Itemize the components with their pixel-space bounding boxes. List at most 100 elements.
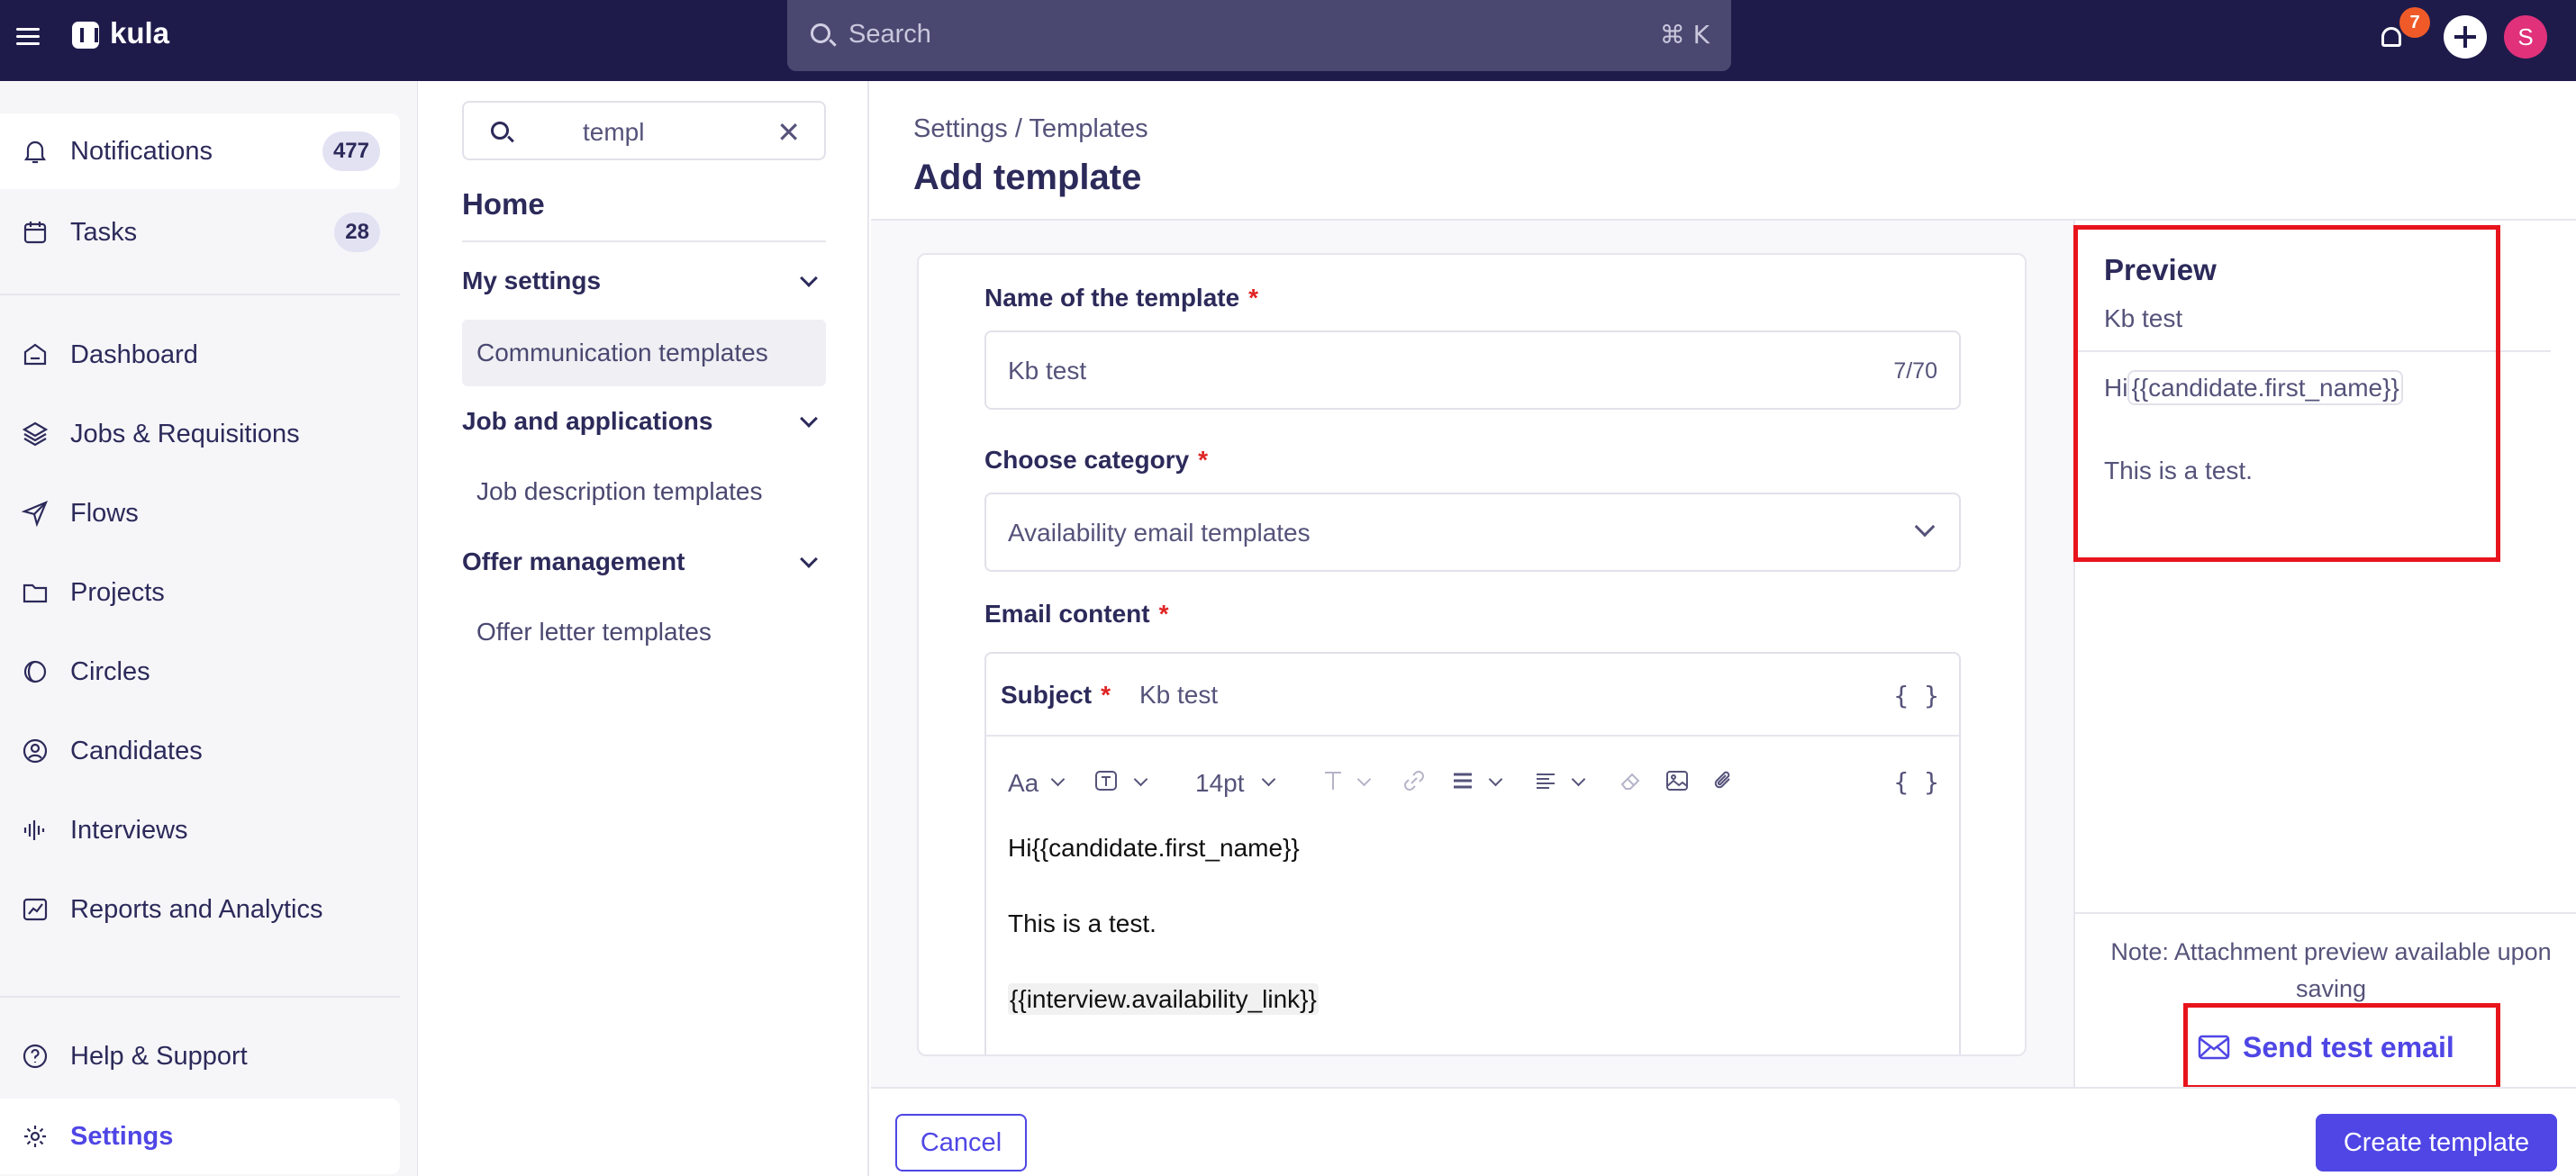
search-shortcut: ⌘ K xyxy=(1659,20,1710,50)
group-offer-management[interactable]: Offer management xyxy=(462,547,685,576)
bell-icon xyxy=(20,136,50,167)
group-my-settings[interactable]: My settings xyxy=(462,267,601,295)
name-label: Name of the template * xyxy=(984,284,1259,312)
link-offer-letter-templates[interactable]: Offer letter templates xyxy=(462,599,826,665)
template-name-value: Kb test xyxy=(1008,357,1087,384)
email-content-label: Email content * xyxy=(984,600,1169,628)
subject-input[interactable]: Kb test xyxy=(1139,681,1218,710)
chevron-down-icon xyxy=(1356,772,1372,787)
notifications-button[interactable]: 7 xyxy=(2378,7,2430,52)
image-icon[interactable] xyxy=(1664,767,1691,794)
subject-label: Subject * xyxy=(1001,681,1111,709)
category-select[interactable]: Availability email templates xyxy=(984,493,1961,572)
preview-greeting: Hi {{candidate.first_name}} xyxy=(2104,370,2403,405)
calendar-icon xyxy=(20,217,50,248)
app-name: kula xyxy=(110,16,170,50)
body-line-text[interactable]: This is a test. xyxy=(1008,909,1156,938)
send-test-email-button[interactable]: Send test email xyxy=(2198,1025,2468,1070)
page-title: Add template xyxy=(913,158,1142,197)
create-template-button[interactable]: Create template xyxy=(2316,1114,2557,1171)
search-icon xyxy=(491,122,509,140)
global-search[interactable]: Search ⌘ K xyxy=(787,0,1731,71)
tasks-count: 28 xyxy=(334,213,380,252)
link-job-description-templates[interactable]: Job description templates xyxy=(462,458,826,525)
chevron-down-icon xyxy=(1133,772,1148,787)
add-icon[interactable] xyxy=(2444,15,2487,59)
sidebar-item-label: Notifications xyxy=(70,136,213,166)
layers-icon xyxy=(20,419,50,449)
preview-variable-chip: {{candidate.first_name}} xyxy=(2127,370,2403,405)
body-line-greeting[interactable]: Hi{{candidate.first_name}} xyxy=(1008,834,1300,863)
avatar[interactable]: S xyxy=(2504,15,2547,59)
mail-icon xyxy=(2198,1035,2230,1060)
sidebar-item-settings[interactable]: Settings xyxy=(0,1099,400,1174)
subject-row[interactable]: Subject * Kb test { } xyxy=(986,654,1959,737)
email-editor: Subject * Kb test { } Aa 14pt { } Hi{{can… xyxy=(984,652,1961,1054)
settings-search-value: templ xyxy=(583,118,645,146)
sidebar-item-label: Help & Support xyxy=(70,1041,248,1071)
category-label: Choose category * xyxy=(984,446,1209,474)
chevron-down-icon xyxy=(1488,772,1503,787)
user-circle-icon xyxy=(20,736,50,766)
sidebar-item-label: Dashboard xyxy=(70,339,198,369)
breadcrumb[interactable]: Settings / Templates xyxy=(913,114,1148,144)
folder-icon xyxy=(20,577,50,608)
link-communication-templates[interactable]: Communication templates xyxy=(462,320,826,386)
kula-logo-icon xyxy=(72,22,99,49)
sidebar-item-flows[interactable]: Flows xyxy=(0,475,400,551)
list-icon[interactable] xyxy=(1449,767,1476,794)
chevron-down-icon[interactable] xyxy=(800,550,818,568)
font-family-dropdown[interactable]: Aa xyxy=(1008,769,1039,798)
sidebar: Notifications 477 Tasks 28 Dashboard Job… xyxy=(0,81,418,1176)
character-counter: 7/70 xyxy=(1893,358,1937,384)
notifications-count: 477 xyxy=(322,131,380,171)
settings-search-input[interactable]: templ ✕ xyxy=(462,101,826,160)
text-style-icon[interactable] xyxy=(1093,767,1120,794)
sidebar-item-label: Settings xyxy=(70,1121,174,1151)
sidebar-item-notifications[interactable]: Notifications 477 xyxy=(0,113,400,189)
subnav-home[interactable]: Home xyxy=(462,187,545,222)
cancel-button[interactable]: Cancel xyxy=(895,1114,1027,1171)
search-placeholder: Search xyxy=(848,20,931,49)
bell-icon xyxy=(2381,27,2401,47)
attachment-note: Note: Attachment preview available upon … xyxy=(2110,938,2552,1002)
menu-icon[interactable] xyxy=(16,23,43,50)
preview-title: Preview xyxy=(2104,253,2217,286)
sidebar-item-tasks[interactable]: Tasks 28 xyxy=(0,194,400,270)
sidebar-item-label: Reports and Analytics xyxy=(70,894,323,924)
link-icon[interactable] xyxy=(1401,767,1428,794)
sidebar-item-interviews[interactable]: Interviews xyxy=(0,792,400,868)
sidebar-item-reports[interactable]: Reports and Analytics xyxy=(0,872,400,947)
attachment-icon[interactable] xyxy=(1710,767,1737,794)
insert-variable-icon[interactable]: { } xyxy=(1893,681,1939,710)
text-color-icon[interactable] xyxy=(1320,767,1347,794)
sidebar-item-circles[interactable]: Circles xyxy=(0,634,400,710)
sidebar-item-label: Jobs & Requisitions xyxy=(70,419,300,448)
chevron-down-icon[interactable] xyxy=(800,410,818,428)
send-icon xyxy=(20,498,50,529)
font-size-dropdown[interactable]: 14pt xyxy=(1195,769,1245,798)
clear-search-icon[interactable]: ✕ xyxy=(776,115,801,149)
chevron-down-icon xyxy=(1914,516,1936,538)
sidebar-item-dashboard[interactable]: Dashboard xyxy=(0,317,400,393)
top-bar: kula Search ⌘ K 7 S xyxy=(0,0,2576,81)
chevron-down-icon[interactable] xyxy=(800,269,818,287)
sidebar-item-candidates[interactable]: Candidates xyxy=(0,713,400,789)
divider xyxy=(2075,912,2576,914)
eraser-icon[interactable] xyxy=(1617,767,1644,794)
home-icon xyxy=(20,339,50,370)
sidebar-item-jobs[interactable]: Jobs & Requisitions xyxy=(0,396,400,472)
audio-bars-icon xyxy=(20,815,50,846)
sidebar-item-help[interactable]: Help & Support xyxy=(0,1018,400,1094)
preview-panel: Preview Kb test Hi {{candidate.first_name… xyxy=(2073,221,2576,1087)
sidebar-item-projects[interactable]: Projects xyxy=(0,555,400,630)
group-job-and-applications[interactable]: Job and applications xyxy=(462,407,712,436)
template-name-input[interactable]: Kb test 7/70 xyxy=(984,330,1961,410)
insert-variable-icon[interactable]: { } xyxy=(1893,767,1939,797)
chevron-down-icon xyxy=(1050,772,1066,787)
sidebar-item-label: Candidates xyxy=(70,736,203,765)
align-left-icon[interactable] xyxy=(1532,767,1559,794)
gear-icon xyxy=(20,1121,50,1152)
body-line-token[interactable]: {{interview.availability_link}} xyxy=(1008,983,1319,1015)
sidebar-item-label: Projects xyxy=(70,577,165,607)
